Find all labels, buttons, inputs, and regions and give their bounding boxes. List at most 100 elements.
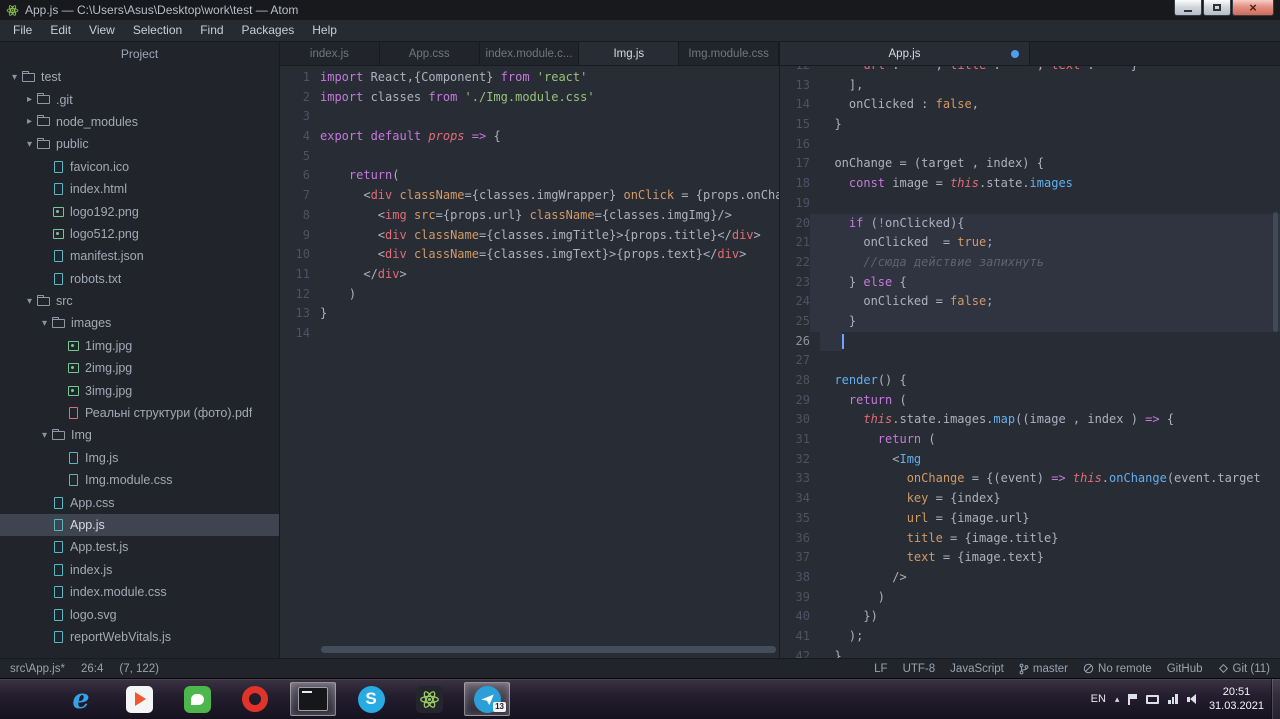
code-line[interactable]: 2import classes from './Img.module.css' xyxy=(280,88,779,108)
tree-item-.git[interactable]: ▸.git xyxy=(0,88,279,110)
minimize-button[interactable] xyxy=(1174,0,1202,16)
tree-item-logo512.png[interactable]: logo512.png xyxy=(0,223,279,245)
chevron-right-icon[interactable]: ▸ xyxy=(23,94,36,105)
taskbar-button-telegram[interactable]: 13 xyxy=(464,682,510,716)
menu-find[interactable]: Find xyxy=(191,20,232,41)
network-icon[interactable] xyxy=(1146,695,1159,704)
tree-item--.pdf[interactable]: Реальні структури (фото).pdf xyxy=(0,402,279,424)
status-line-ending[interactable]: LF xyxy=(874,663,887,675)
vertical-scrollbar[interactable] xyxy=(1273,212,1278,332)
code-line[interactable]: 16 xyxy=(780,135,1280,155)
status-no-remote[interactable]: No remote xyxy=(1083,663,1152,675)
tree-item-manifest.json[interactable]: manifest.json xyxy=(0,245,279,267)
code-line[interactable]: 11 </div> xyxy=(280,265,779,285)
menu-help[interactable]: Help xyxy=(303,20,346,41)
chevron-down-icon[interactable]: ▾ xyxy=(23,296,36,307)
tree-item-img[interactable]: ▾Img xyxy=(0,424,279,446)
tab-appjs[interactable]: App.js xyxy=(780,42,1030,65)
chevron-down-icon[interactable]: ▾ xyxy=(38,430,51,441)
tab-index.module.c...[interactable]: index.module.c... xyxy=(480,42,580,65)
code-line[interactable]: 27 xyxy=(780,351,1280,371)
code-line[interactable]: 18 const image = this.state.images xyxy=(780,174,1280,194)
code-line[interactable]: 15 } xyxy=(780,115,1280,135)
status-selection-count[interactable]: (7, 122) xyxy=(119,663,159,675)
tree-item-node_modules[interactable]: ▸node_modules xyxy=(0,111,279,133)
horizontal-scrollbar[interactable] xyxy=(321,646,776,653)
chevron-down-icon[interactable]: ▾ xyxy=(38,318,51,329)
code-line[interactable]: 5 xyxy=(280,147,779,167)
tree-item-img.module.css[interactable]: Img.module.css xyxy=(0,469,279,491)
menu-view[interactable]: View xyxy=(80,20,124,41)
window-titlebar[interactable]: App.js — C:\Users\Asus\Desktop\work\test… xyxy=(0,0,1280,20)
show-desktop-button[interactable] xyxy=(1271,679,1280,719)
code-line[interactable]: 36 title = {image.title} xyxy=(780,529,1280,549)
chevron-right-icon[interactable]: ▸ xyxy=(23,116,36,127)
taskbar-button-skype[interactable]: S xyxy=(348,682,394,716)
code-line[interactable]: 35 url = {image.url} xyxy=(780,509,1280,529)
menu-packages[interactable]: Packages xyxy=(233,20,304,41)
code-line[interactable]: 38 /> xyxy=(780,568,1280,588)
language-indicator[interactable]: EN xyxy=(1091,693,1106,705)
restore-button[interactable] xyxy=(1203,0,1231,16)
code-line[interactable]: 20 if (!onClicked){ xyxy=(780,214,1280,234)
code-line[interactable]: 41 ); xyxy=(780,627,1280,647)
action-center-flag-icon[interactable] xyxy=(1128,694,1137,705)
menu-file[interactable]: File xyxy=(4,20,41,41)
status-github[interactable]: GitHub xyxy=(1167,663,1203,675)
tree-item-public[interactable]: ▾public xyxy=(0,133,279,155)
code-line[interactable]: 8 <img src={props.url} className={classe… xyxy=(280,206,779,226)
tab-img.js[interactable]: Img.js xyxy=(579,42,679,65)
tray-expand-icon[interactable]: ▴ xyxy=(1115,694,1120,705)
tab-app.css[interactable]: App.css xyxy=(380,42,480,65)
code-line[interactable]: 40 }) xyxy=(780,607,1280,627)
code-line[interactable]: 30 this.state.images.map((image , index … xyxy=(780,410,1280,430)
tree-item-2img.jpg[interactable]: 2img.jpg xyxy=(0,357,279,379)
status-file-path[interactable]: src\App.js* xyxy=(10,663,65,675)
code-line[interactable]: 6 return( xyxy=(280,166,779,186)
status-git-changes[interactable]: Git (11) xyxy=(1218,663,1271,675)
tree-item-3img.jpg[interactable]: 3img.jpg xyxy=(0,379,279,401)
code-line[interactable]: 4export default props => { xyxy=(280,127,779,147)
tree-item-index.js[interactable]: index.js xyxy=(0,559,279,581)
status-encoding[interactable]: UTF-8 xyxy=(903,663,936,675)
code-line[interactable]: 37 text = {image.text} xyxy=(780,548,1280,568)
taskbar-button-internet-explorer[interactable]: e xyxy=(58,682,104,716)
code-line[interactable]: 7 <div className={classes.imgWrapper} on… xyxy=(280,186,779,206)
clock[interactable]: 20:51 31.03.2021 xyxy=(1209,685,1264,714)
code-line[interactable]: 26 } xyxy=(780,332,1280,352)
code-line[interactable]: 29 return ( xyxy=(780,391,1280,411)
editor-imgjs[interactable]: 1import React,{Component} from 'react'2i… xyxy=(280,66,779,658)
status-cursor-position[interactable]: 26:4 xyxy=(81,663,103,675)
editor-appjs[interactable]: 12 url : ' ' , title : ' ' , text : ' ' … xyxy=(780,66,1280,658)
code-line[interactable]: 14 onClicked : false, xyxy=(780,95,1280,115)
tree-item-index.module.css[interactable]: index.module.css xyxy=(0,581,279,603)
code-line[interactable]: 9 <div className={classes.imgTitle}>{pro… xyxy=(280,226,779,246)
code-line[interactable]: 28 render() { xyxy=(780,371,1280,391)
code-line[interactable]: 23 } else { xyxy=(780,273,1280,293)
code-line[interactable]: 13} xyxy=(280,304,779,324)
close-button[interactable]: × xyxy=(1232,0,1274,16)
code-line[interactable]: 25 } xyxy=(780,312,1280,332)
tree-item-app.css[interactable]: App.css xyxy=(0,491,279,513)
tab-index.js[interactable]: index.js xyxy=(280,42,380,65)
code-line[interactable]: 12 url : ' ' , title : ' ' , text : ' ' … xyxy=(780,66,1280,76)
code-line[interactable]: 21 onClicked = true; xyxy=(780,233,1280,253)
tree-item-images[interactable]: ▾images xyxy=(0,312,279,334)
code-line[interactable]: 19 xyxy=(780,194,1280,214)
code-line[interactable]: 3 xyxy=(280,107,779,127)
menu-selection[interactable]: Selection xyxy=(124,20,191,41)
code-line[interactable]: 10 <div className={classes.imgText}>{pro… xyxy=(280,245,779,265)
code-line[interactable]: 34 key = {index} xyxy=(780,489,1280,509)
code-line[interactable]: 14 xyxy=(280,324,779,344)
tree-item-img.js[interactable]: Img.js xyxy=(0,447,279,469)
tree-item-logo.svg[interactable]: logo.svg xyxy=(0,603,279,625)
menu-edit[interactable]: Edit xyxy=(41,20,80,41)
code-line[interactable]: 42 } xyxy=(780,647,1280,658)
tree-item-app.test.js[interactable]: App.test.js xyxy=(0,536,279,558)
taskbar-button-atom[interactable] xyxy=(406,682,452,716)
taskbar-button-messenger[interactable] xyxy=(174,682,220,716)
code-line[interactable]: 32 <Img xyxy=(780,450,1280,470)
tree-item-favicon.ico[interactable]: favicon.ico xyxy=(0,156,279,178)
code-line[interactable]: 22 //сюда действие запихнуть xyxy=(780,253,1280,273)
chevron-down-icon[interactable]: ▾ xyxy=(8,72,21,83)
